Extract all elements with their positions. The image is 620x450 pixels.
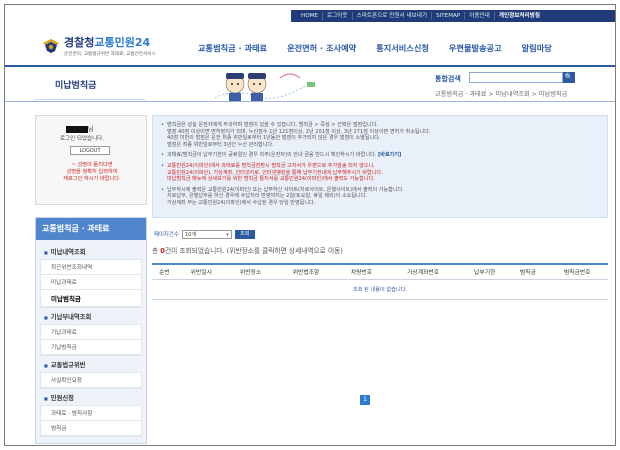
police-mascot-icon — [214, 73, 315, 101]
main-content: • 범칙금은 성실 운전자에게 부과하며 벌점이 있을 수 있습니다. 범칙금 >… — [152, 115, 608, 301]
side-section-paid[interactable]: 기납부내역조회 — [40, 308, 142, 324]
sub-header: 미납범칙금 통합검색 🔍 교통범칙금 · 과태료 > 미납내역조회 > 미납범칙… — [5, 68, 615, 102]
notice-text: 범칙금은 성실 운전자에게 부과하며 벌점이 있을 수 있습니다. 범칙금 > … — [167, 122, 431, 148]
notice-text-body: 과태료/범칙금이 납부기한이 공휴일인 경우 차주(운전자)의 안내 금융 반드… — [167, 152, 377, 159]
col-law: 위반법조항 — [275, 263, 337, 281]
side-item-paid-fine[interactable]: 기납범칙금 — [41, 340, 141, 355]
gnb-license[interactable]: 운전면허 · 조사예약 — [287, 42, 356, 54]
util-home-link[interactable]: HOME — [297, 12, 323, 20]
col-datetime: 위반일시 — [176, 263, 226, 281]
page-title: 미납범칙금 — [55, 81, 97, 91]
shortcut-link[interactable]: [바로가기] — [378, 152, 401, 158]
search-label: 통합검색 — [435, 75, 461, 83]
table-header-row: 순번 위반일시 위반장소 위반법조항 차량번호 가상계좌번호 납부기한 범칙금 … — [152, 263, 608, 281]
side-menu-body: 미납내역조회 최근위반조회내역 미납과태료 미납범칙금 기납부내역조회 기납과태… — [36, 240, 146, 443]
notice-item: • 납부하시에 출력은 교통민원24(이파인) 또는 납부하신 사이트(지로사이트… — [161, 187, 599, 207]
login-box: 님 로그인 되었습니다. LOGOUT ~ 성명이 틀리다면 성명을 정확히 입… — [35, 115, 147, 205]
empty-message: 조회 된 내용이 없습니다. — [152, 279, 608, 301]
notice-box: • 범칙금은 성실 운전자에게 부과하며 벌점이 있을 수 있습니다. 범칙금 >… — [152, 115, 608, 218]
logo-title-prefix: 경찰청 — [64, 36, 95, 49]
side-menu: 교통범칙금 · 과태료 미납내역조회 최근위반조회내역 미납과태료 미납범칙금 … — [35, 217, 147, 444]
search-button[interactable]: 🔍 — [563, 72, 575, 83]
global-nav: 교통범칙금 · 과태료 운전면허 · 조사예약 통지서비스신청 우편물발송공고 … — [198, 42, 552, 54]
side-item-unpaid-penalty[interactable]: 미납과태료 — [41, 275, 141, 290]
util-guide-link[interactable]: 이용안내 — [465, 12, 495, 20]
login-name-suffix: 님 — [88, 126, 94, 133]
col-car-no: 차량번호 — [336, 263, 387, 281]
logo-title-accent: 교통민원24 — [94, 36, 151, 49]
side-item-recent[interactable]: 최근위반조회내역 — [41, 260, 141, 275]
notice-text: 과태료/범칙금이 납부기한이 공휴일인 경우 차주(운전자)의 안내 금융 반드… — [167, 152, 401, 159]
notice-text: 교통민원24(이파인)에서 과태료를 범칙금전환시 범칙금 고지서가 우편으로 … — [167, 162, 383, 183]
sidebar: 님 로그인 되었습니다. LOGOUT ~ 성명이 틀리다면 성명을 정확히 입… — [35, 115, 147, 444]
util-privacy-link[interactable]: 개인정보처리방침 — [495, 12, 544, 20]
col-fine-no: 범칙금번호 — [546, 263, 608, 281]
col-account: 가상계좌번호 — [386, 263, 461, 281]
pager-page-1[interactable]: 1 — [360, 395, 370, 405]
page-size-label: 페이지건수 — [154, 232, 179, 239]
side-subgroup-violation: 사실확인요청 — [40, 372, 142, 389]
col-due: 납부기한 — [460, 263, 510, 281]
logo-title: 경찰청교통민원24 — [64, 34, 156, 50]
masked-user-name — [66, 126, 88, 133]
page-size-select[interactable]: 10개 — [181, 229, 232, 239]
login-user-name: 님 — [66, 124, 94, 133]
title-divider — [35, 99, 145, 100]
notice-item: • 과태료/범칙금이 납부기한이 공휴일인 경우 차주(운전자)의 안내 금융 반… — [161, 152, 599, 159]
top-bar: HOME 로그아웃 스마트폰으로 민원서 내보내기 SITEMAP 이용안내 개… — [5, 10, 615, 22]
side-item-fine[interactable]: 범칙금 — [41, 421, 141, 436]
side-menu-title: 교통범칙금 · 과태료 — [36, 218, 146, 240]
search-input[interactable] — [469, 72, 563, 83]
gnb-fines[interactable]: 교통범칙금 · 과태료 — [198, 42, 267, 54]
police-emblem-icon — [43, 38, 59, 53]
list-controls: 페이지건수 10개 조회 — [152, 229, 608, 239]
table-row: 조회 된 내용이 없습니다. — [152, 279, 608, 301]
side-section-unpaid[interactable]: 미납내역조회 — [40, 243, 142, 259]
side-item-fact-check[interactable]: 사실확인요청 — [41, 373, 141, 388]
util-logout-link[interactable]: 로그아웃 — [323, 12, 353, 20]
logo-subtitle: 운전면허, 교통법규위반 과태료, 교통안전서비스 — [64, 52, 156, 57]
search-submit-button[interactable]: 조회 — [234, 229, 255, 239]
col-place: 위반장소 — [225, 263, 276, 281]
notice-text: 납부하시에 출력은 교통민원24(이파인) 또는 납부하신 사이트(지로사이트,… — [167, 186, 404, 206]
result-suffix: 건이 조회되었습니다. (위반장소를 클릭하면 상세내역으로 이동) — [164, 246, 343, 255]
result-summary: 총 0건이 조회되었습니다. (위반장소를 클릭하면 상세내역으로 이동) — [152, 245, 608, 255]
breadcrumb: 교통범칙금 · 과태료 > 미납내역조회 > 미납범칙금 — [435, 91, 568, 98]
side-item-unpaid-fine[interactable]: 미납범칙금 — [41, 290, 141, 307]
login-note: ~ 성명이 틀리다면 성명을 정확히 입력하여 재로그인 하시기 바랍니다. — [63, 162, 121, 182]
login-message: 로그인 되었습니다. — [60, 136, 104, 142]
site-logo[interactable]: 경찰청교통민원24 운전면허, 교통법규위반 과태료, 교통안전서비스 — [41, 34, 156, 57]
side-item-penalty-matter[interactable]: 과태료 · 범칙사항 — [41, 406, 141, 421]
util-smartphone-link[interactable]: 스마트폰으로 민원서 내보내기 — [353, 12, 433, 20]
col-fine: 범칙금 — [509, 263, 547, 281]
util-sitemap-link[interactable]: SITEMAP — [432, 12, 466, 20]
side-section-petition[interactable]: 민원신청 — [40, 389, 142, 405]
notice-item: • 범칙금은 성실 운전자에게 부과하며 벌점이 있을 수 있습니다. 범칙금 >… — [161, 122, 599, 148]
col-no: 순번 — [152, 263, 177, 281]
browser-frame: HOME 로그아웃 스마트폰으로 민원서 내보내기 SITEMAP 이용안내 개… — [4, 4, 616, 446]
gnb-notification[interactable]: 통지서비스신청 — [376, 42, 429, 54]
gnb-mail-notice[interactable]: 우편물발송공고 — [449, 42, 502, 54]
site-header: 경찰청교통민원24 운전면허, 교통법규위반 과태료, 교통안전서비스 교통범칙… — [5, 22, 615, 67]
side-section-violation[interactable]: 교통법규위반 — [40, 356, 142, 372]
logout-button[interactable]: LOGOUT — [70, 146, 110, 155]
side-subgroup-petition: 과태료 · 범칙사항 범칙금 — [40, 405, 142, 437]
notice-item-warning: • 교통민원24(이파인)에서 과태료를 범칙금전환시 범칙금 고지서가 우편으로… — [161, 163, 599, 183]
side-item-paid-penalty[interactable]: 기납과태료 — [41, 325, 141, 340]
side-subgroup-unpaid: 최근위반조회내역 미납과태료 미납범칙금 — [40, 259, 142, 308]
side-subgroup-paid: 기납과태료 기납범칙금 — [40, 324, 142, 356]
fine-table: 순번 위반일시 위반장소 위반법조항 차량번호 가상계좌번호 납부기한 범칙금 … — [152, 262, 608, 301]
gnb-board[interactable]: 알림마당 — [522, 42, 552, 54]
utility-bar: HOME 로그아웃 스마트폰으로 민원서 내보내기 SITEMAP 이용안내 개… — [291, 10, 615, 22]
